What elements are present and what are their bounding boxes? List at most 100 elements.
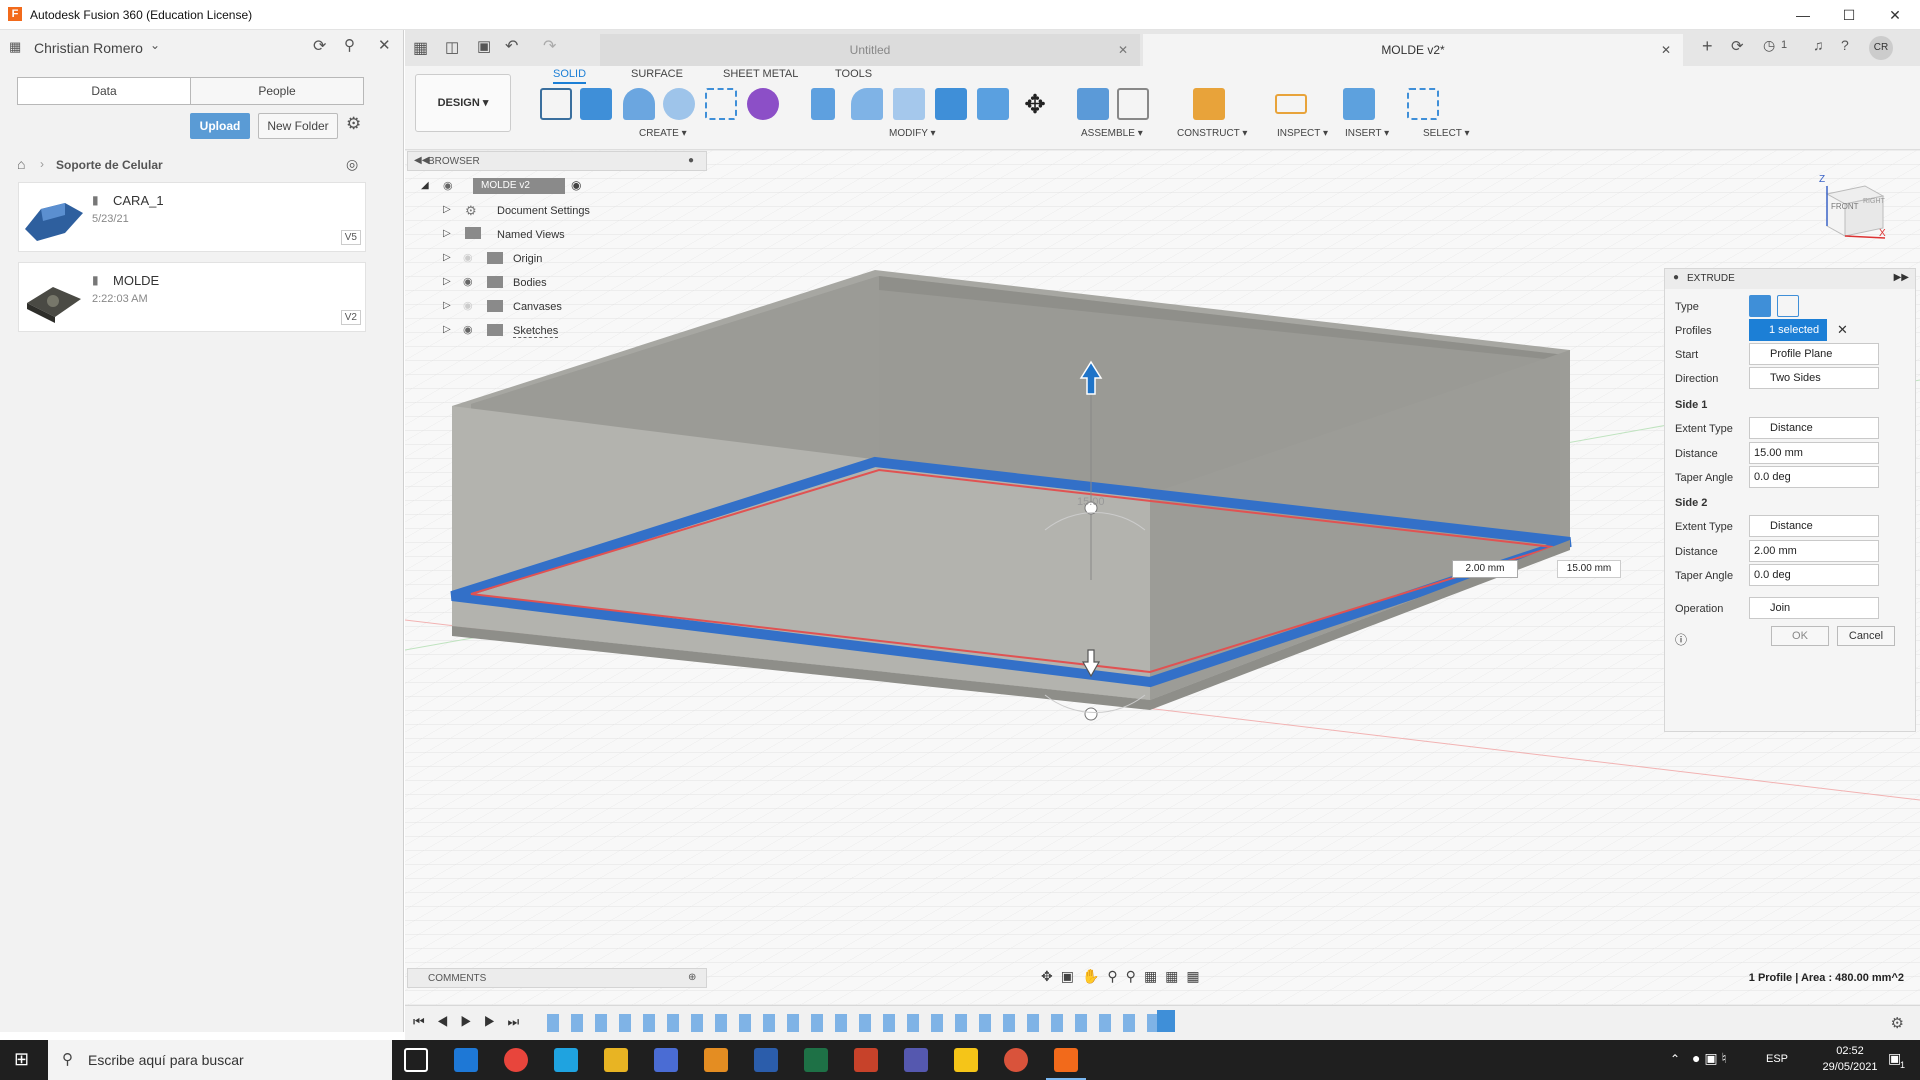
new-tab-icon[interactable]: + — [1702, 36, 1713, 57]
language-indicator[interactable]: ESP — [1766, 1053, 1788, 1065]
team-icon[interactable]: ▦ — [9, 39, 21, 55]
side1-distance-field[interactable]: 15.00 mm — [1749, 442, 1879, 464]
assemble-menu[interactable]: ASSEMBLE ▾ — [1081, 128, 1143, 139]
expand-dialog-icon[interactable]: ▶▶ — [1894, 272, 1909, 283]
type-solid-icon[interactable] — [1749, 295, 1771, 317]
create-sketch-icon[interactable] — [540, 88, 572, 120]
start-dropdown[interactable]: Profile Plane — [1749, 343, 1879, 365]
save-icon[interactable]: ▣ — [477, 37, 491, 55]
activate-icon[interactable]: ◉ — [571, 178, 581, 192]
chamfer-icon[interactable] — [893, 88, 925, 120]
step-forward-icon[interactable]: ▶ — [484, 1014, 508, 1029]
tab-sheet-metal[interactable]: SHEET METAL — [723, 68, 798, 80]
browser-item-document-settings[interactable]: ▷ ⚙ Document Settings — [407, 199, 707, 223]
construct-menu[interactable]: CONSTRUCT ▾ — [1177, 128, 1247, 139]
tab-untitled[interactable]: Untitled ✕ — [600, 34, 1140, 66]
insert-menu[interactable]: INSERT ▾ — [1345, 128, 1389, 139]
user-name[interactable]: Christian Romero — [34, 40, 143, 56]
press-pull-icon[interactable] — [811, 88, 835, 120]
browser-item-named-views[interactable]: ▷ Named Views — [407, 223, 707, 247]
add-comment-icon[interactable]: ⊕ — [688, 972, 696, 983]
redo-icon[interactable]: ↷ — [543, 36, 556, 56]
tray-app-icons[interactable]: ● ▣ ♮ — [1692, 1050, 1726, 1067]
breadcrumb[interactable]: Soporte de Celular — [56, 158, 163, 172]
expand-icon[interactable]: ▷ — [443, 324, 451, 335]
store-icon[interactable] — [654, 1048, 678, 1072]
eye-icon[interactable]: ◉ — [463, 323, 473, 336]
expand-icon[interactable]: ▷ — [443, 252, 451, 263]
eye-hidden-icon[interactable]: ◉ — [463, 299, 473, 312]
chrome-icon[interactable] — [504, 1048, 528, 1072]
form-icon[interactable] — [747, 88, 779, 120]
expand-icon[interactable]: ▷ — [443, 276, 451, 287]
timeline-features[interactable] — [547, 1014, 1167, 1032]
shell-icon[interactable] — [935, 88, 967, 120]
close-tab-icon[interactable]: ✕ — [1661, 34, 1671, 66]
clock-time[interactable]: 02:52 — [1820, 1045, 1880, 1057]
task-view-icon[interactable] — [404, 1048, 428, 1072]
version-badge[interactable]: V2 — [340, 310, 361, 325]
apps-grid-icon[interactable]: ▦ — [413, 38, 428, 58]
new-folder-button[interactable]: New Folder — [258, 113, 338, 139]
fit-icon[interactable]: ⚲ — [1126, 968, 1144, 984]
play-icon[interactable]: ▶ — [460, 1014, 484, 1029]
zoom-icon[interactable]: ⚲ — [1107, 968, 1125, 984]
browser-item-origin[interactable]: ▷ ◉ Origin — [407, 247, 707, 271]
excel-icon[interactable] — [804, 1048, 828, 1072]
job-status-icon[interactable]: ◷ — [1763, 37, 1775, 54]
browser-item-canvases[interactable]: ▷ ◉ Canvases — [407, 295, 707, 319]
browser-root[interactable]: ◢ ◉ MOLDE v2 ◉ — [407, 175, 707, 199]
browser-item-bodies[interactable]: ▷ ◉ Bodies — [407, 271, 707, 295]
media-player-icon[interactable] — [704, 1048, 728, 1072]
orbit-icon[interactable]: ✥ — [1041, 968, 1061, 984]
profiles-selection[interactable]: 1 selected — [1749, 319, 1827, 341]
step-back-icon[interactable]: ◀ — [437, 1014, 461, 1029]
word-icon[interactable] — [754, 1048, 778, 1072]
chrome-profile-icon[interactable] — [1004, 1048, 1028, 1072]
combine-icon[interactable] — [977, 88, 1009, 120]
side1-section[interactable]: Side 1 — [1675, 399, 1707, 411]
timeline-settings-icon[interactable]: ⚙ — [1891, 1014, 1904, 1032]
measure-icon[interactable] — [1275, 94, 1307, 114]
eye-icon[interactable]: ◉ — [443, 179, 453, 192]
pattern-icon[interactable] — [705, 88, 737, 120]
new-component-icon[interactable] — [1077, 88, 1109, 120]
offset-plane-icon[interactable] — [1193, 88, 1225, 120]
browser-item-sketches[interactable]: ▷ ◉ Sketches — [407, 319, 707, 343]
version-badge[interactable]: V5 — [340, 230, 361, 245]
cortana-app-icon[interactable] — [554, 1048, 578, 1072]
side2-extent-dropdown[interactable]: Distance — [1749, 515, 1879, 537]
expand-icon[interactable]: ▷ — [443, 204, 451, 215]
clock-date[interactable]: 29/05/2021 — [1820, 1061, 1880, 1073]
side2-distance-field[interactable]: 2.00 mm — [1749, 540, 1879, 562]
maximize-button[interactable]: ☐ — [1826, 0, 1872, 30]
create-menu[interactable]: CREATE ▾ — [639, 128, 687, 139]
grid-icon[interactable]: ▦ — [1165, 968, 1186, 984]
upload-button[interactable]: Upload — [190, 113, 250, 139]
workspace-switcher[interactable]: DESIGN ▾ — [415, 74, 511, 132]
expand-icon[interactable]: ▷ — [443, 228, 451, 239]
hole-icon[interactable] — [663, 88, 695, 120]
extrude-icon[interactable] — [580, 88, 612, 120]
edge-icon[interactable] — [454, 1048, 478, 1072]
minimize-button[interactable]: — — [1780, 0, 1826, 30]
direction-dropdown[interactable]: Two Sides — [1749, 367, 1879, 389]
insert-image-icon[interactable] — [1343, 88, 1375, 120]
globe-icon[interactable]: ◎ — [346, 156, 358, 173]
tab-data[interactable]: Data — [17, 77, 191, 105]
search-icon[interactable]: ⚲ — [344, 36, 355, 54]
side1-extent-dropdown[interactable]: Distance — [1749, 417, 1879, 439]
home-icon[interactable]: ⌂ — [17, 156, 25, 172]
fillet-icon[interactable] — [851, 88, 883, 120]
eye-icon[interactable]: ◉ — [463, 275, 473, 288]
select-menu[interactable]: SELECT ▾ — [1423, 128, 1470, 139]
close-panel-icon[interactable]: ✕ — [378, 36, 391, 54]
refresh-icon[interactable]: ⟳ — [313, 36, 326, 56]
tab-molde[interactable]: MOLDE v2* ✕ — [1143, 34, 1683, 66]
tab-surface[interactable]: SURFACE — [631, 68, 683, 80]
windows-start-icon[interactable]: ⊞ — [14, 1049, 29, 1070]
eye-hidden-icon[interactable]: ◉ — [463, 251, 473, 264]
side2-taper-field[interactable]: 0.0 deg — [1749, 564, 1879, 586]
chevron-down-icon[interactable]: ⌄ — [150, 38, 160, 52]
viewports-icon[interactable]: ▦ — [1186, 968, 1207, 984]
